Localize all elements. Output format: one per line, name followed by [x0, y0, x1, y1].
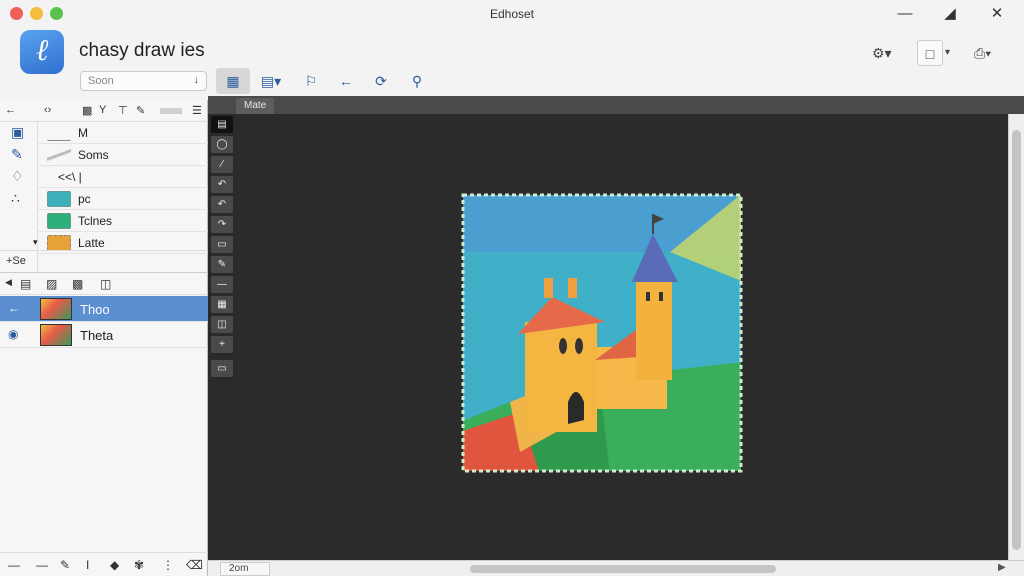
- select-tool-icon[interactable]: ▣: [11, 124, 24, 141]
- back-icon[interactable]: ←: [5, 104, 16, 116]
- brush-item[interactable]: <<\ |: [38, 166, 208, 188]
- scroll-right-arrow-icon[interactable]: ▶: [998, 562, 1006, 573]
- window-title: Edhoset: [489, 7, 535, 21]
- panel-menu-icon[interactable]: ☰: [192, 104, 202, 117]
- title-bar: Edhoset — ◢ ✕: [0, 0, 1024, 28]
- canvas-header: Mate: [208, 96, 1024, 114]
- brush-thumb: [47, 147, 71, 163]
- brush-label: Latte: [78, 236, 105, 250]
- pen-tool-icon[interactable]: ✎: [11, 146, 23, 163]
- app-window: Edhoset — ◢ ✕ ℓ chasy draw ies Soon ↓ ▦ …: [0, 0, 1024, 576]
- eraser-tool-icon[interactable]: ▭: [211, 236, 233, 253]
- stroke-tool-icon[interactable]: —: [211, 276, 233, 293]
- fill-tool-icon[interactable]: ♢: [11, 168, 24, 185]
- brush-settings-icon[interactable]: ▩: [82, 104, 92, 117]
- trash-icon[interactable]: ⌫: [186, 558, 203, 572]
- app-name: chasy draw ies: [79, 40, 205, 61]
- line-tool-icon[interactable]: ∕: [211, 156, 233, 173]
- curve-tool-icon[interactable]: ↶: [211, 176, 233, 193]
- search-input[interactable]: Soon ↓: [80, 71, 207, 91]
- brush-item[interactable]: Soms: [38, 144, 208, 166]
- layers-toolbar: ◀ ▤ ▨ ▩ ◫: [0, 272, 208, 295]
- type-icon[interactable]: I: [86, 558, 89, 572]
- minimize-icon[interactable]: —: [894, 4, 916, 24]
- brush-label: pc: [78, 192, 91, 206]
- vertical-scroll-thumb[interactable]: [1012, 130, 1021, 550]
- ellipse-tool-icon[interactable]: ◯: [211, 136, 233, 153]
- brush-section-label: +Se: [0, 250, 208, 272]
- collapse-icon[interactable]: ◀: [5, 277, 12, 288]
- layer-label: Thoo: [80, 302, 110, 317]
- brush-item[interactable]: Tclnes: [38, 210, 208, 232]
- settings-icon[interactable]: ⚙▾: [872, 40, 892, 66]
- canvas-tab[interactable]: Mate: [236, 98, 275, 114]
- app-logo-icon: ℓ: [20, 30, 64, 74]
- edit-icon[interactable]: ✎: [136, 104, 145, 117]
- visibility-eye-icon[interactable]: ◉: [8, 327, 18, 341]
- add-tool-icon[interactable]: +: [211, 336, 233, 353]
- frame-icon[interactable]: □: [917, 40, 943, 66]
- lasso-icon[interactable]: ⟳: [366, 68, 396, 94]
- group-layer-icon[interactable]: ▨: [46, 277, 57, 291]
- layer-thumbnail: [40, 324, 72, 346]
- mask-layer-icon[interactable]: ▩: [72, 277, 83, 291]
- brush-thumb: [47, 125, 71, 141]
- rect-tool-icon[interactable]: ▭: [211, 360, 233, 377]
- filter-icon[interactable]: Y: [99, 104, 106, 116]
- more-icon[interactable]: ⋮: [162, 558, 174, 572]
- search-value: Soon: [88, 75, 114, 87]
- transform-icon[interactable]: ⚐: [296, 68, 326, 94]
- tools-icon[interactable]: ⊤: [118, 104, 128, 117]
- expand-arrow-icon[interactable]: ▾: [33, 237, 38, 248]
- brush-item[interactable]: M: [38, 122, 208, 144]
- bucket-tool-icon[interactable]: ◫: [211, 316, 233, 333]
- left-panel: ← ‹› ▩ Y ⊤ ✎ ☰ ▣ ✎ ♢ ∴ M Soms <<\ | pc T…: [0, 100, 208, 576]
- grid-tool-icon[interactable]: ▦: [211, 296, 233, 313]
- brush-tool-icon[interactable]: ▤: [211, 116, 233, 133]
- brush-thumb: [47, 235, 71, 251]
- layer-label: Theta: [80, 328, 114, 343]
- pencil-tool-icon[interactable]: ✎: [211, 256, 233, 273]
- vertical-scrollbar[interactable]: [1008, 114, 1024, 560]
- frame-dropdown-icon[interactable]: ▾: [945, 40, 950, 66]
- artwork-image[interactable]: [460, 192, 744, 474]
- brush-label: Tclnes: [78, 214, 113, 228]
- brush-thumb: [47, 213, 71, 229]
- blend-tool-icon[interactable]: ↷: [211, 216, 233, 233]
- add-icon[interactable]: —: [8, 558, 20, 572]
- link-tool-icon[interactable]: ∴: [11, 190, 20, 207]
- zoom-icon[interactable]: ⚲: [402, 68, 432, 94]
- layer-row-selected[interactable]: ← Thoo: [0, 296, 208, 322]
- add-layer-icon[interactable]: ▤: [20, 277, 31, 291]
- horizontal-scrollbar[interactable]: 2om ▶: [208, 560, 1024, 576]
- zoom-field[interactable]: 2om: [220, 562, 270, 576]
- brush-label: Soms: [78, 148, 109, 162]
- effects-icon[interactable]: ✾: [134, 558, 144, 572]
- slider-track[interactable]: [160, 108, 182, 114]
- remove-icon[interactable]: —: [36, 558, 48, 572]
- brush-thumb: [47, 191, 71, 207]
- back-arrow-icon[interactable]: ←: [331, 68, 361, 94]
- layer-row[interactable]: ◉ Theta: [0, 322, 208, 348]
- layers-footer: — — ✎ I ◆ ✾ ⋮ ⌫: [0, 552, 208, 576]
- style-icon[interactable]: ◆: [110, 558, 119, 572]
- grid-icon[interactable]: ▦: [216, 68, 250, 94]
- brush-panel-toolbar: ← ‹› ▩ Y ⊤ ✎ ☰: [0, 100, 208, 122]
- restore-icon[interactable]: ◢: [939, 4, 961, 24]
- layer-options-icon[interactable]: ◫: [100, 277, 111, 291]
- export-icon[interactable]: ⎙▾: [974, 40, 991, 66]
- expand-icon[interactable]: ‹›: [44, 104, 51, 116]
- brush-label: <<\ |: [58, 170, 82, 184]
- horizontal-scroll-thumb[interactable]: [470, 565, 776, 573]
- dropdown-arrow-icon[interactable]: ↓: [194, 74, 200, 86]
- close-icon[interactable]: ✕: [986, 4, 1008, 24]
- layout-icon[interactable]: ▤▾: [256, 68, 286, 94]
- brush-item[interactable]: pc: [38, 188, 208, 210]
- merge-icon[interactable]: ✎: [60, 558, 70, 572]
- smudge-tool-icon[interactable]: ↶: [211, 196, 233, 213]
- brush-label: M: [78, 126, 88, 140]
- layer-link-icon[interactable]: ←: [8, 301, 20, 315]
- canvas-tool-strip: ▤ ◯ ∕ ↶ ↶ ↷ ▭ ✎ — ▦ ◫ + ▭: [208, 114, 236, 560]
- layer-thumbnail: [40, 298, 72, 320]
